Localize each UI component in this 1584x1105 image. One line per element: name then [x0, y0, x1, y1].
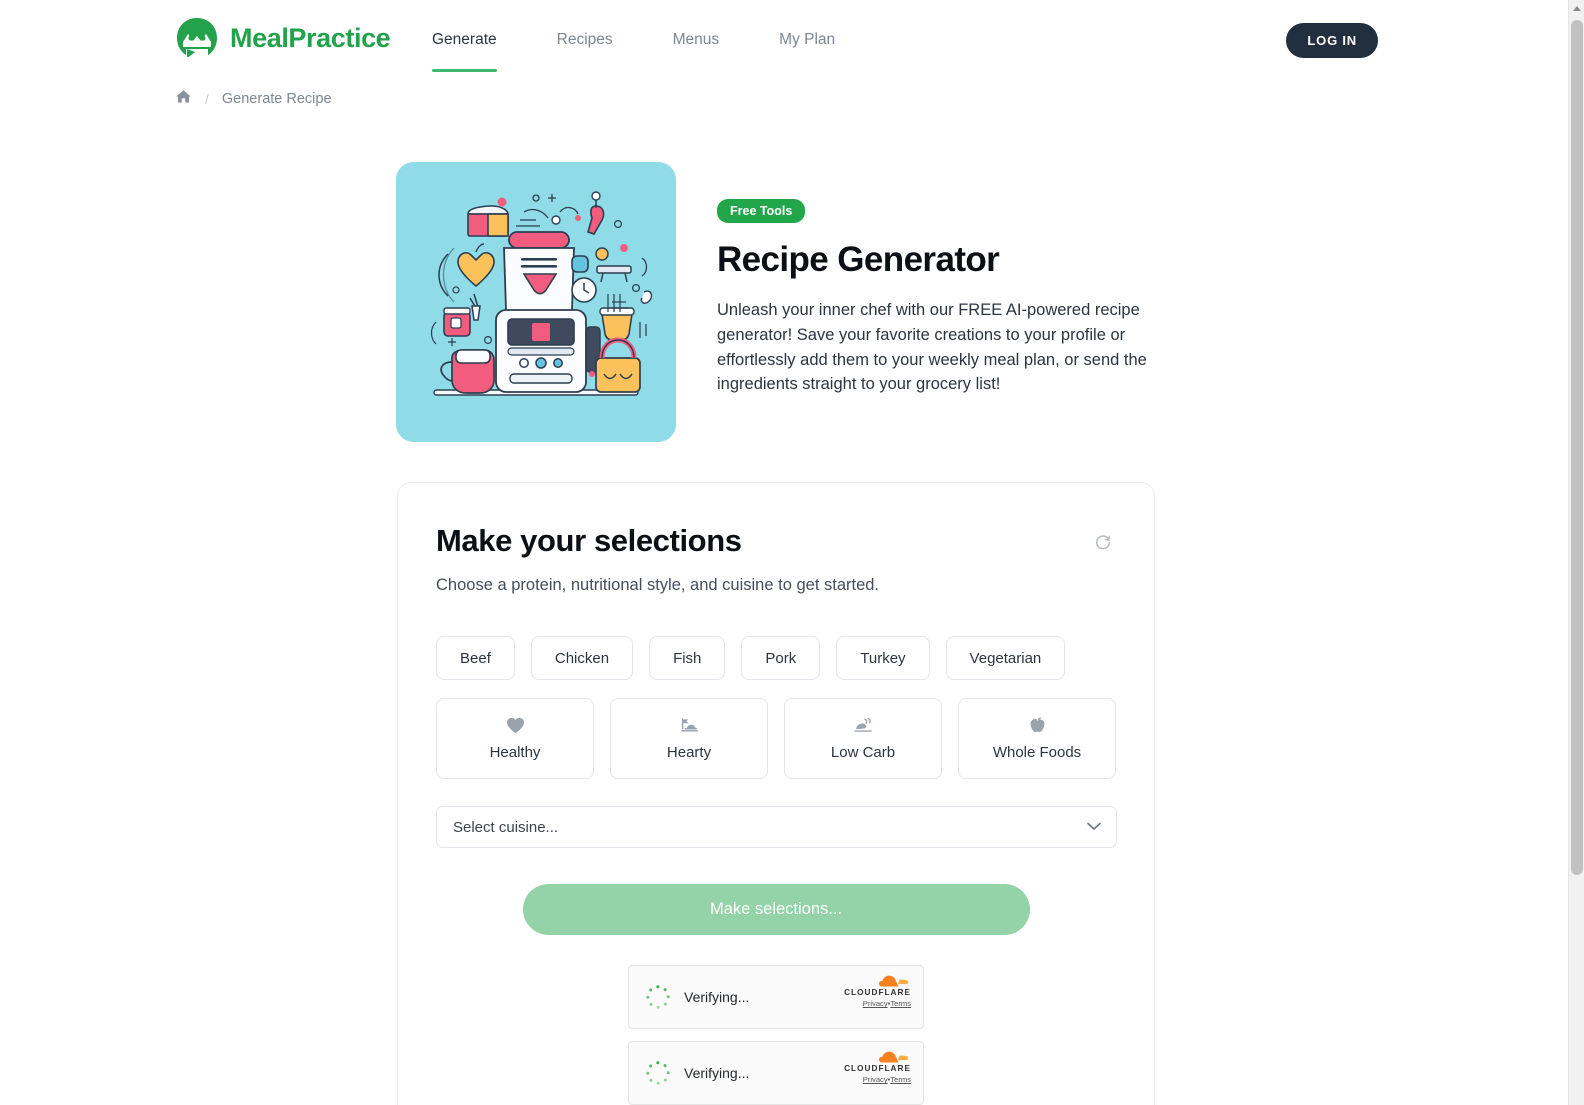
cloudflare-turnstile-widget[interactable]: Verifying... CLOUDFLARE Privacy•Terms: [628, 965, 924, 1029]
selections-title: Make your selections: [436, 523, 742, 558]
apple-icon: [1029, 717, 1046, 735]
hero-description: Unleash your inner chef with our FREE AI…: [717, 301, 1147, 394]
breadcrumb-current[interactable]: Generate Recipe: [222, 91, 332, 107]
hero-text: Free Tools Recipe Generator Unleash your…: [717, 162, 1177, 442]
protein-option-turkey[interactable]: Turkey: [836, 636, 930, 680]
cloudflare-wordmark: CLOUDFLARE: [844, 988, 911, 997]
main-nav: Generate Recipes Menus My Plan: [432, 0, 865, 80]
bacon-icon: [853, 717, 873, 735]
privacy-link[interactable]: Privacy: [863, 1075, 888, 1084]
nav-label: Generate: [432, 31, 497, 48]
breadcrumb-separator: /: [205, 90, 209, 107]
nav-label: My Plan: [779, 31, 836, 48]
turnstile-status: Verifying...: [684, 1065, 750, 1081]
loading-spinner-icon: [645, 984, 671, 1010]
breadcrumb: / Generate Recipe: [175, 88, 332, 109]
page-title: Recipe Generator: [717, 240, 1000, 279]
nav-label: Menus: [672, 31, 720, 48]
style-label: Hearty: [666, 743, 712, 761]
cloudflare-branding: CLOUDFLARE Privacy•Terms: [844, 974, 911, 1008]
kitchen-appliance-illustration: [396, 162, 676, 442]
loading-spinner-icon: [645, 1060, 671, 1086]
style-option-healthy[interactable]: Healthy: [436, 698, 594, 779]
site-header: MealPractice Generate Recipes Menus My P…: [0, 0, 1568, 80]
cloudflare-turnstile-widget[interactable]: Verifying... CLOUDFLARE Privacy•Terms: [628, 1041, 924, 1105]
make-selections-button[interactable]: Make selections...: [522, 884, 1030, 935]
style-label: Whole Foods: [992, 743, 1082, 761]
selections-card-header: Make your selections Choose a protein, n…: [436, 523, 1116, 595]
style-option-low-carb[interactable]: Low Carb: [784, 698, 942, 779]
steak-icon: [680, 717, 699, 735]
nav-item-menus[interactable]: Menus: [643, 0, 750, 80]
turnstile-links: Privacy•Terms: [844, 1000, 911, 1008]
cloudflare-branding: CLOUDFLARE Privacy•Terms: [844, 1050, 911, 1084]
protein-option-chicken[interactable]: Chicken: [530, 636, 634, 680]
cloudflare-cloud-icon: [879, 1051, 909, 1063]
selections-card: Make your selections Choose a protein, n…: [397, 482, 1155, 1105]
nav-item-my-plan[interactable]: My Plan: [749, 0, 865, 80]
scrollbar-thumb[interactable]: [1571, 20, 1583, 875]
style-label: Healthy: [489, 743, 541, 761]
protein-option-pork[interactable]: Pork: [741, 636, 821, 680]
login-button[interactable]: LOG IN: [1286, 23, 1378, 58]
turnstile-container: Verifying... CLOUDFLARE Privacy•Terms Ve…: [628, 965, 924, 1105]
nav-label: Recipes: [556, 31, 613, 48]
cuisine-select-value: Select cuisine...: [453, 818, 559, 836]
style-label: Low Carb: [830, 743, 896, 761]
protein-option-beef[interactable]: Beef: [436, 636, 515, 680]
meal-practice-logo-icon: [175, 16, 219, 60]
cloudflare-wordmark: CLOUDFLARE: [844, 1064, 911, 1073]
privacy-link[interactable]: Privacy: [863, 999, 888, 1008]
terms-link[interactable]: Terms: [890, 1075, 911, 1084]
brand-logo[interactable]: MealPractice: [175, 16, 391, 60]
protein-options: Beef Chicken Fish Pork Turkey Vegetarian: [436, 636, 1116, 680]
nav-item-recipes[interactable]: Recipes: [527, 0, 643, 80]
turnstile-status: Verifying...: [684, 989, 750, 1005]
protein-option-fish[interactable]: Fish: [649, 636, 726, 680]
style-option-whole-foods[interactable]: Whole Foods: [958, 698, 1116, 779]
cloudflare-cloud-icon: [879, 975, 909, 987]
scroll-up-arrow-icon[interactable]: [1569, 0, 1584, 17]
terms-link[interactable]: Terms: [890, 999, 911, 1008]
page-scrollbar[interactable]: [1568, 0, 1584, 1105]
free-tools-badge: Free Tools: [717, 199, 806, 223]
chevron-down-icon: [1087, 818, 1101, 836]
selections-subtitle: Choose a protein, nutritional style, and…: [436, 576, 880, 594]
hero-section: Free Tools Recipe Generator Unleash your…: [396, 162, 1177, 442]
nav-item-generate[interactable]: Generate: [432, 0, 527, 80]
refresh-icon[interactable]: [1090, 529, 1116, 555]
style-option-hearty[interactable]: Hearty: [610, 698, 768, 779]
page-content: MealPractice Generate Recipes Menus My P…: [0, 0, 1568, 1105]
browser-viewport: MealPractice Generate Recipes Menus My P…: [0, 0, 1584, 1105]
brand-name: MealPractice: [230, 22, 391, 53]
cuisine-select[interactable]: Select cuisine...: [436, 806, 1117, 848]
turnstile-links: Privacy•Terms: [844, 1076, 911, 1084]
protein-option-vegetarian[interactable]: Vegetarian: [945, 636, 1066, 680]
nutritional-style-options: Healthy Hearty Low Carb Whole Foods: [436, 698, 1116, 779]
heart-icon: [506, 717, 525, 735]
home-icon[interactable]: [175, 88, 192, 109]
